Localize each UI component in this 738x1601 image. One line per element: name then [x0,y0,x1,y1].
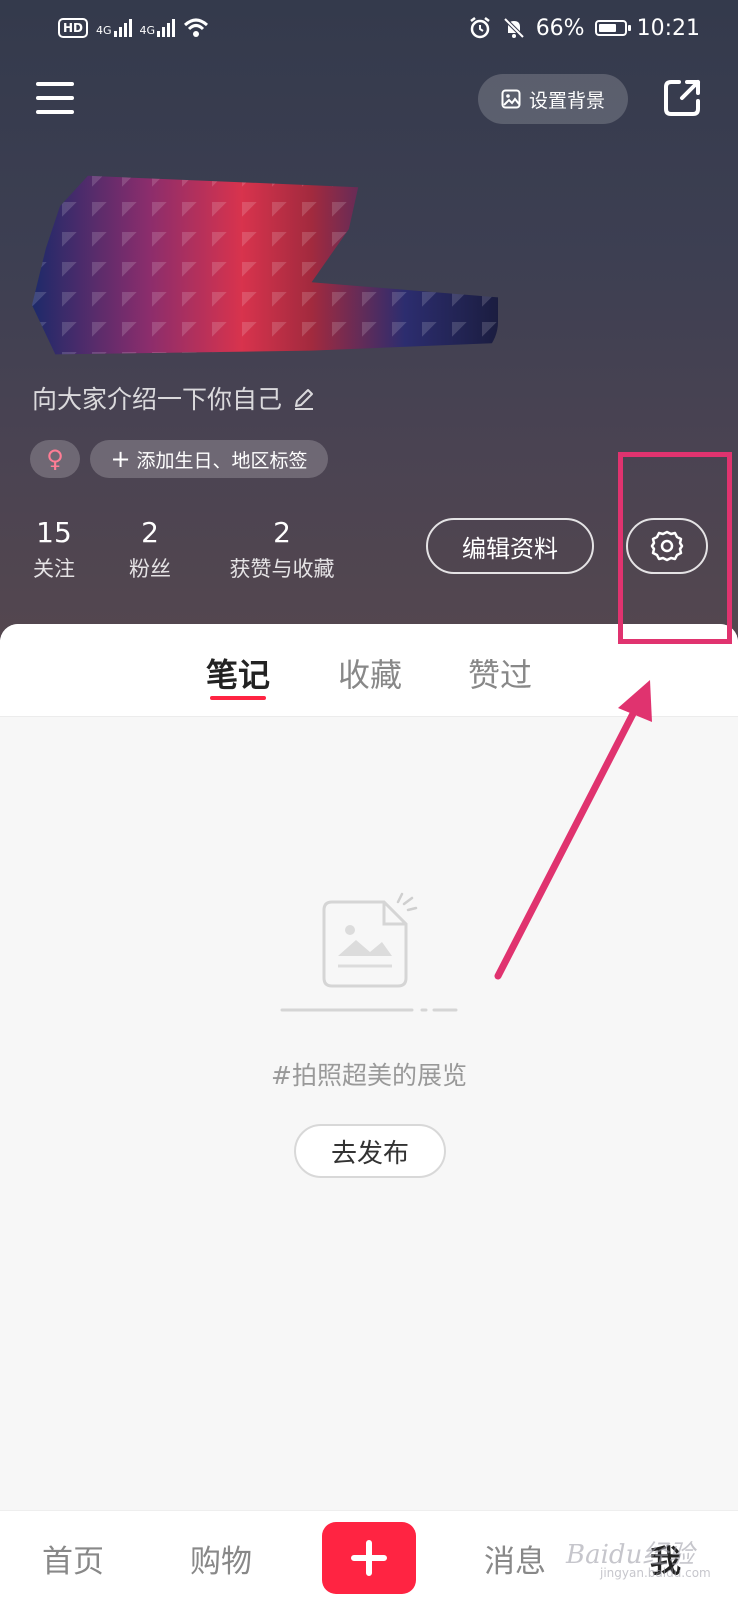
plus-icon [351,1540,387,1576]
add-tags-label: 添加生日、地区标签 [136,449,308,472]
tab-collections[interactable]: 收藏 [338,650,402,696]
alarm-icon [469,17,490,39]
hd-badge: HD [58,18,89,38]
signal-icon: 4G [96,19,132,37]
publish-label: 去发布 [330,1138,409,1169]
network-type-label: 4G [96,24,112,37]
status-bar-left: HD 4G 4G [58,14,209,42]
battery-icon [594,20,631,36]
mute-bell-icon [503,17,525,39]
status-bar-right: 66% 10:21 [468,14,700,42]
edit-profile-button[interactable]: 编辑资料 [426,518,594,574]
empty-state-text: #拍照超美的展览 [271,1061,467,1090]
signal-icon: 4G [140,19,176,37]
nav-home[interactable]: 首页 [42,1536,104,1581]
baidu-watermark-url: jingyan.baidu.com [600,1566,711,1580]
plus-icon: + [110,445,131,473]
nav-shopping[interactable]: 购物 [190,1536,252,1581]
wifi-icon [184,18,209,37]
stat-followers[interactable]: 2 粉丝 [118,516,182,583]
stat-label: 关注 [33,557,75,581]
stat-value: 2 [273,516,291,549]
stat-value: 2 [141,516,159,549]
tab-notes[interactable]: 笔记 [206,650,270,696]
female-icon: ♀ [46,445,64,473]
intro-text: 向大家介绍一下你自己 [32,385,283,414]
add-tags-chip[interactable]: + 添加生日、地区标签 [90,440,328,478]
intro-prompt[interactable]: 向大家介绍一下你自己 [32,380,316,416]
stat-likes-collections[interactable]: 2 获赞与收藏 [222,516,342,583]
stat-label: 粉丝 [129,557,171,581]
nav-messages[interactable]: 消息 [484,1536,546,1581]
share-icon[interactable] [662,78,702,118]
stat-value: 15 [36,516,72,549]
publish-button[interactable]: 去发布 [294,1124,446,1178]
empty-document-icon [280,892,458,1012]
active-tab-indicator [210,696,266,700]
annotation-arrow-icon [494,680,652,980]
set-background-label: 设置背景 [528,89,605,112]
stat-following[interactable]: 15 关注 [22,516,86,583]
pencil-icon [295,389,314,410]
network-type-label: 4G [139,24,156,37]
menu-button[interactable] [36,82,74,114]
clock: 10:21 [636,15,700,41]
battery-percent: 66% [535,15,585,41]
image-icon [501,89,521,109]
create-post-button[interactable] [322,1522,416,1594]
edit-profile-label: 编辑资料 [462,534,558,563]
stat-label: 获赞与收藏 [229,557,335,581]
annotation-highlight-box [618,452,732,644]
gender-chip[interactable]: ♀ [30,440,80,478]
set-background-button[interactable]: 设置背景 [478,74,628,124]
